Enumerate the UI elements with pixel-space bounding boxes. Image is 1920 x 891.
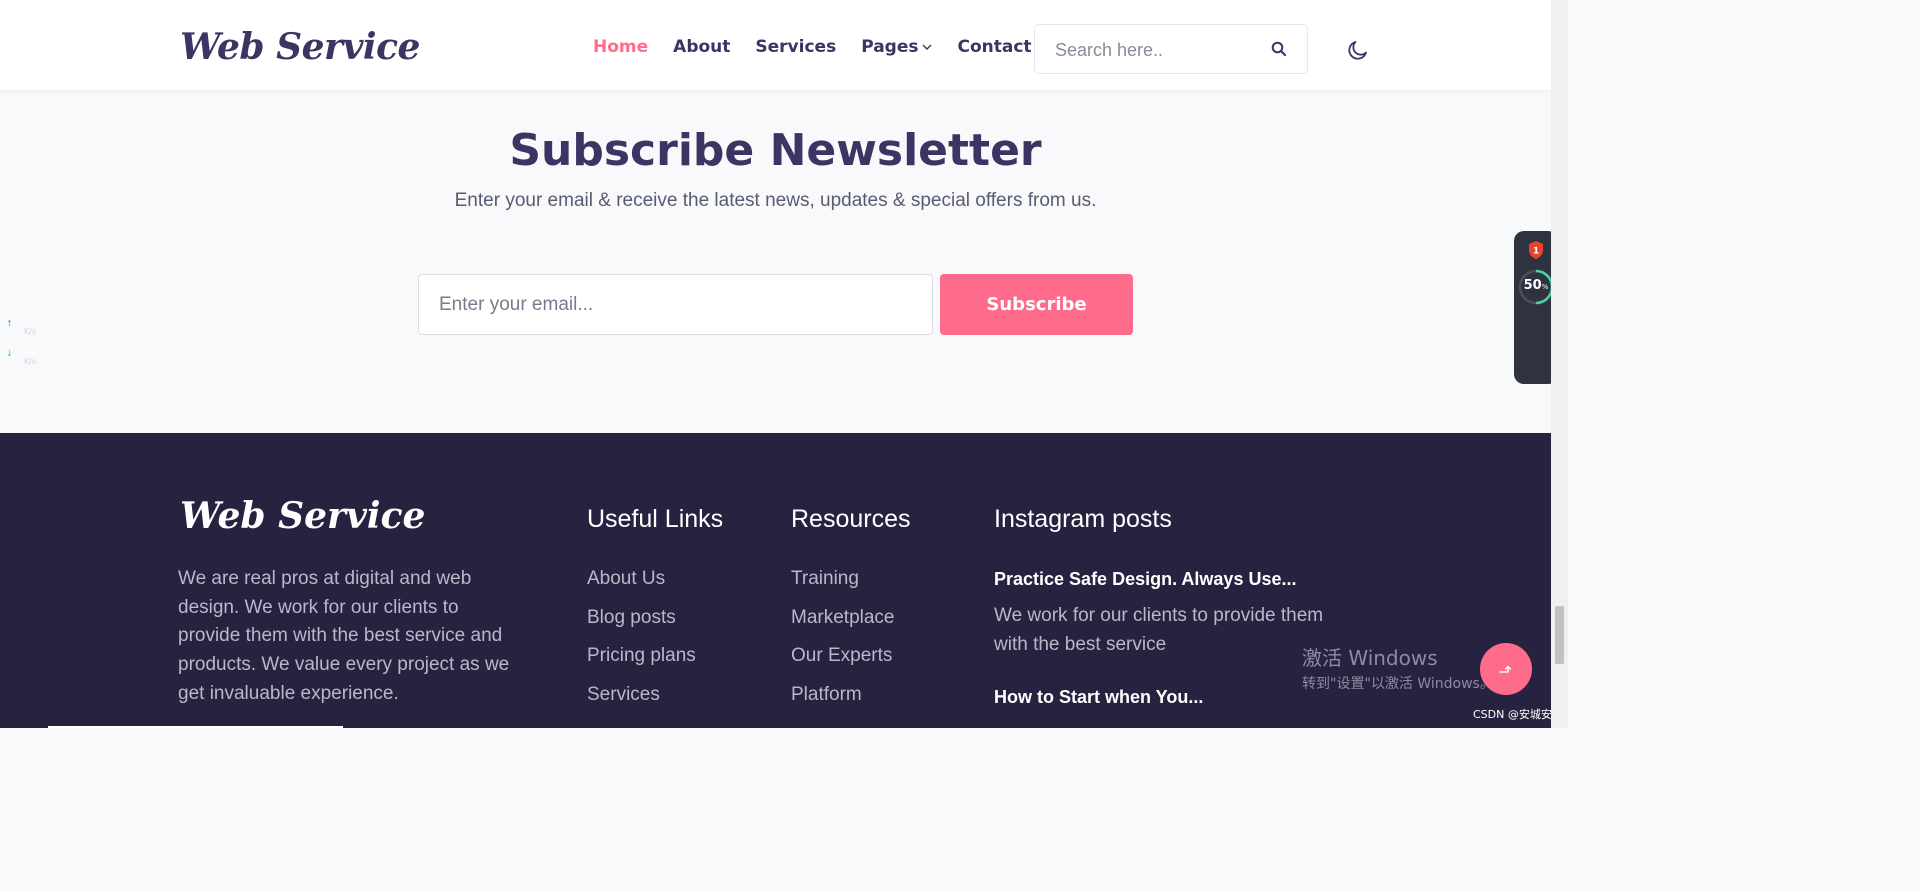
nav-home[interactable]: Home xyxy=(593,37,648,57)
moon-icon[interactable] xyxy=(1346,38,1370,62)
footer-link-about-us[interactable]: About Us xyxy=(587,568,696,607)
shield-badge-count: 1 xyxy=(1533,247,1539,257)
csdn-watermark: CSDN @安城安 xyxy=(1473,708,1552,721)
footer-link-services[interactable]: Services xyxy=(587,684,696,723)
upload-rate-value: 0.0 xyxy=(22,316,38,327)
watermark-line1: 激活 Windows xyxy=(1302,646,1438,670)
shield-icon: 1 xyxy=(1529,241,1543,259)
download-arrow-icon: ↓ xyxy=(6,349,13,358)
footer-logo[interactable]: Web Service xyxy=(180,495,425,537)
back-to-top-button[interactable] xyxy=(1480,643,1532,695)
download-rate-value: 0.0 xyxy=(22,346,38,357)
footer-link-training[interactable]: Training xyxy=(791,568,895,607)
instagram-post-title[interactable]: How to Start when You... xyxy=(994,687,1203,708)
nav-services[interactable]: Services xyxy=(755,37,836,57)
search-input[interactable] xyxy=(1055,37,1265,63)
resources-title: Resources xyxy=(791,505,911,533)
nav-pages[interactable]: Pages xyxy=(861,37,932,57)
nav-pages-label: Pages xyxy=(861,37,919,57)
footer-link-our-experts[interactable]: Our Experts xyxy=(791,645,895,684)
search-icon[interactable] xyxy=(1271,41,1287,57)
page-scrollbar[interactable] xyxy=(1551,0,1568,728)
search-box xyxy=(1034,24,1308,74)
site-header: Web Service Home About Services Pages Co… xyxy=(0,0,1551,90)
chevron-down-icon xyxy=(922,44,932,50)
footer-link-marketplace[interactable]: Marketplace xyxy=(791,607,895,646)
main-nav: Home About Services Pages Contact xyxy=(593,37,1032,57)
resources-list: Training Marketplace Our Experts Platfor… xyxy=(791,568,895,723)
useful-links-title: Useful Links xyxy=(587,505,724,533)
instagram-title: Instagram posts xyxy=(994,505,1172,533)
instagram-post-text: We work for our clients to provide them … xyxy=(994,605,1324,655)
nav-contact[interactable]: Contact xyxy=(957,37,1031,57)
arrow-up-icon xyxy=(1499,665,1512,673)
newsletter-subtitle: Enter your email & receive the latest ne… xyxy=(454,190,1097,211)
subscribe-button[interactable]: Subscribe xyxy=(940,274,1133,335)
footer-link-blog-posts[interactable]: Blog posts xyxy=(587,607,696,646)
newsletter-title: Subscribe Newsletter xyxy=(509,125,1042,176)
upload-arrow-icon: ↑ xyxy=(6,319,13,328)
usage-percent-value: 50 xyxy=(1523,278,1542,293)
scrollbar-thumb[interactable] xyxy=(1555,606,1564,664)
instagram-post-title[interactable]: Practice Safe Design. Always Use... xyxy=(994,569,1296,590)
useful-links-list: About Us Blog posts Pricing plans Servic… xyxy=(587,568,696,723)
email-field[interactable] xyxy=(418,274,933,335)
footer-about-text: We are real pros at digital and web desi… xyxy=(178,568,510,704)
usage-percent-unit: % xyxy=(1541,283,1549,291)
windows-activation-watermark: 激活 Windows 转到"设置"以激活 Windows。 xyxy=(1302,642,1494,693)
footer-link-pricing-plans[interactable]: Pricing plans xyxy=(587,645,696,684)
taskbar-strip xyxy=(48,726,343,728)
footer-link-platform[interactable]: Platform xyxy=(791,684,895,723)
download-rate-unit: K/s xyxy=(23,357,37,366)
nav-about[interactable]: About xyxy=(673,37,730,57)
watermark-line2: 转到"设置"以激活 Windows。 xyxy=(1302,676,1494,692)
upload-rate-unit: K/s xyxy=(23,327,37,336)
site-logo[interactable]: Web Service xyxy=(180,26,420,68)
